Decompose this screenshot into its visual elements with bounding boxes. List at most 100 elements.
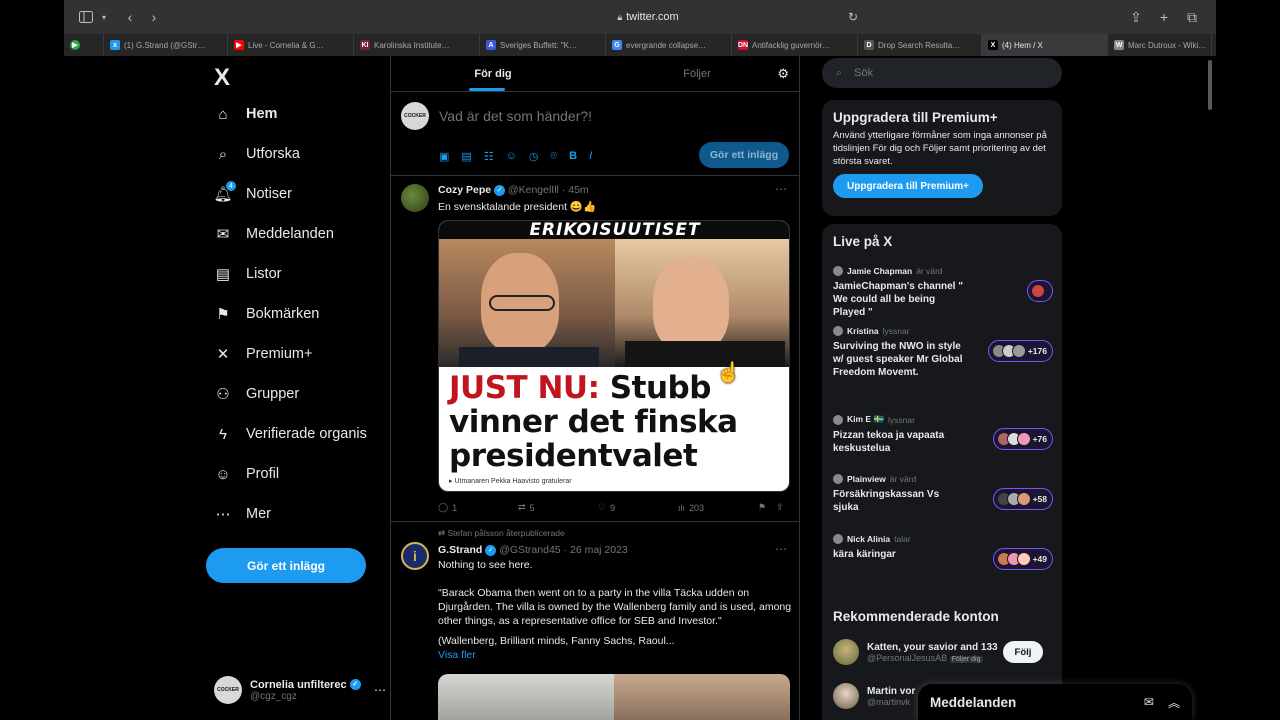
- follow-button[interactable]: Följ: [1003, 641, 1043, 663]
- browser-tab[interactable]: W Marc Dutroux - Wiki…: [1108, 34, 1212, 56]
- tab-overview-icon[interactable]: ⧉: [1180, 5, 1204, 29]
- avatar: [1031, 284, 1045, 298]
- sidebar-item-utforska[interactable]: ⌕ Utforska: [214, 142, 300, 166]
- premium-text: Använd ytterligare förmåner som inga ann…: [833, 130, 1047, 167]
- sidebar-item-premium-[interactable]: ✕ Premium+: [214, 342, 313, 366]
- account-switcher[interactable]: COCKER Cornelia unfilterec ✓ @cgz_cgz ⋯: [214, 676, 386, 704]
- tweet-media[interactable]: [438, 674, 790, 720]
- location-icon[interactable]: ⌾: [551, 150, 558, 163]
- browser-tab[interactable]: X (4) Hem / X: [982, 34, 1108, 56]
- browser-tab[interactable]: DN Antifacklig guvernör…: [732, 34, 858, 56]
- tweet-media[interactable]: ERIKOISUUTISET JUST NU: Stubb vinner det…: [438, 220, 790, 492]
- more-icon[interactable]: ⋯: [775, 182, 787, 196]
- gif-icon[interactable]: ▤: [461, 150, 471, 163]
- upgrade-premium-button[interactable]: Uppgradera till Premium+: [833, 174, 983, 198]
- live-listener-count: +49: [1032, 554, 1047, 564]
- page-scrollbar[interactable]: [1208, 60, 1212, 110]
- follows-you-badge: Följer dig: [949, 655, 983, 663]
- retweeted-by[interactable]: Stefan pålsson återpublicerade: [447, 528, 564, 538]
- expand-icon[interactable]: ︽: [1168, 694, 1180, 711]
- back-icon[interactable]: ‹: [118, 5, 142, 29]
- compose-input[interactable]: Vad är det som händer?!: [439, 108, 592, 124]
- tweet-author-name[interactable]: Cozy Pepe: [438, 184, 491, 196]
- share-icon[interactable]: ⇪: [776, 502, 784, 513]
- media-caption: ▸ Utmanaren Pekka Haavisto gratulerar: [449, 478, 572, 485]
- image-icon[interactable]: ▣: [439, 150, 449, 163]
- live-listeners-pill[interactable]: [1027, 280, 1053, 302]
- post-button[interactable]: Gör ett inlägg: [206, 548, 366, 583]
- tweet-text: En svensktalande president 😄👍: [438, 201, 597, 213]
- live-space-item[interactable]: Jamie Chapman är värd JamieChapman's chann…: [833, 266, 1053, 319]
- browser-tab-label: Drop Search Resulta…: [878, 40, 961, 50]
- chevron-down-icon[interactable]: ▾: [98, 5, 110, 29]
- more-icon[interactable]: ⋯: [775, 542, 787, 556]
- avatar[interactable]: [401, 184, 429, 212]
- browser-tab[interactable]: ▶ Live - Cornelia & G…: [228, 34, 354, 56]
- tweet-author-handle[interactable]: @KengelIll: [508, 184, 559, 196]
- reply-icon: ◯: [438, 502, 449, 512]
- sidebar-item-notiser[interactable]: 🔔︎ 4 Notiser: [213, 181, 292, 206]
- new-tab-icon[interactable]: +: [1152, 5, 1176, 29]
- sidebar-item-verifierade-organis[interactable]: ϟ Verifierade organis: [214, 422, 367, 446]
- reload-icon[interactable]: ↻: [848, 10, 858, 24]
- sidebar-item-profil[interactable]: ☺ Profil: [214, 462, 279, 486]
- tweet-time[interactable]: 45m: [568, 184, 588, 196]
- retweet-button[interactable]: ⇄ 5: [518, 502, 598, 513]
- live-space-item[interactable]: Kristina lyssnar Surviving the NWO in styl…: [833, 326, 1053, 379]
- italic-icon[interactable]: I: [589, 150, 592, 163]
- bookmark-icon[interactable]: ⚑: [758, 502, 776, 513]
- browser-tab[interactable]: KI Karolinska Institute…: [354, 34, 480, 56]
- tweet-time[interactable]: 26 maj 2023: [570, 544, 628, 556]
- compose-post-button[interactable]: Gör ett inlägg: [699, 142, 789, 168]
- poll-icon[interactable]: ☷: [484, 150, 494, 163]
- live-space-item[interactable]: Plainview är värd Försäkringskassan Vs sju…: [833, 474, 1053, 514]
- browser-tab[interactable]: Gevergrande collapse…: [606, 34, 732, 56]
- live-listeners-pill[interactable]: +176: [987, 340, 1053, 362]
- browser-tab[interactable]: A Sveriges Buffett: "K…: [480, 34, 606, 56]
- address-bar[interactable]: 🔒︎ twitter.com ↻: [438, 6, 858, 28]
- sidebar-item-bokmärken[interactable]: ⚑ Bokmärken: [214, 302, 319, 326]
- list-icon-glyph: ▤: [215, 266, 231, 283]
- tab-for-you[interactable]: För dig: [391, 56, 595, 91]
- sidebar-item-hem[interactable]: ⌂ Hem: [214, 102, 277, 126]
- search-input[interactable]: ⌕ Sök: [822, 58, 1062, 88]
- more-icon[interactable]: ⋯: [374, 683, 386, 697]
- recommended-account[interactable]: Katten, your savior and 133 @PersonalJes…: [833, 639, 1053, 665]
- tab-bar-play-icon[interactable]: ▶: [64, 34, 104, 56]
- like-button[interactable]: ♡ 9: [598, 502, 678, 513]
- sidebar-item-meddelanden[interactable]: ✉ Meddelanden: [214, 222, 334, 246]
- new-message-icon[interactable]: ✉: [1144, 695, 1154, 709]
- messages-drawer[interactable]: Meddelanden ✉ ︽: [918, 684, 1192, 720]
- live-listeners-pill[interactable]: +76: [992, 428, 1053, 450]
- live-listeners-pill[interactable]: +58: [992, 488, 1053, 510]
- schedule-icon[interactable]: ◷: [529, 150, 539, 163]
- browser-tab[interactable]: x (1) G.Strand (@GStr…: [104, 34, 228, 56]
- forward-icon[interactable]: ›: [142, 5, 166, 29]
- live-space-item[interactable]: Nick Alinia talar kära käringar +49: [833, 534, 1053, 570]
- x-logo-icon[interactable]: X: [214, 64, 230, 92]
- bold-icon[interactable]: B: [569, 150, 577, 163]
- tweet[interactable]: Cozy Pepe ✓ @KengelIll · 45m ⋯ En svensk…: [391, 176, 799, 522]
- favicon-icon: G: [612, 40, 622, 50]
- sidebar-item-grupper[interactable]: ⚇ Grupper: [214, 382, 299, 406]
- emoji-icon[interactable]: ☺: [506, 150, 517, 163]
- tweet-author-name[interactable]: G.Strand: [438, 544, 482, 556]
- sidebar-item-listor[interactable]: ▤ Listor: [214, 262, 282, 286]
- views-button[interactable]: ılı 203: [678, 502, 758, 513]
- show-more-link[interactable]: Visa fler: [438, 648, 793, 662]
- sidebar-item-mer[interactable]: ⋯ Mer: [214, 502, 271, 526]
- sidebar-toggle-icon[interactable]: [74, 5, 98, 29]
- play-icon: ▶: [70, 40, 80, 50]
- tab-following[interactable]: Följer: [595, 56, 799, 91]
- avatar[interactable]: i: [401, 542, 429, 570]
- tweet-author-handle[interactable]: @GStrand45: [499, 544, 560, 556]
- reply-button[interactable]: ◯ 1: [438, 502, 518, 513]
- share-icon[interactable]: ⇪: [1124, 5, 1148, 29]
- live-listeners-pill[interactable]: +49: [992, 548, 1053, 570]
- account-handle: @cgz_cgz: [250, 690, 297, 702]
- browser-tab[interactable]: D Drop Search Resulta…: [858, 34, 982, 56]
- views-icon: ılı: [678, 502, 686, 513]
- live-space-item[interactable]: Kim E 🇸🇪 lyssnar Pizzan tekoa ja vapaata k…: [833, 414, 1053, 455]
- gear-icon[interactable]: ⚙: [777, 66, 789, 82]
- tweet[interactable]: ⇄ Stefan pålsson återpublicerade i G.Str…: [391, 522, 799, 720]
